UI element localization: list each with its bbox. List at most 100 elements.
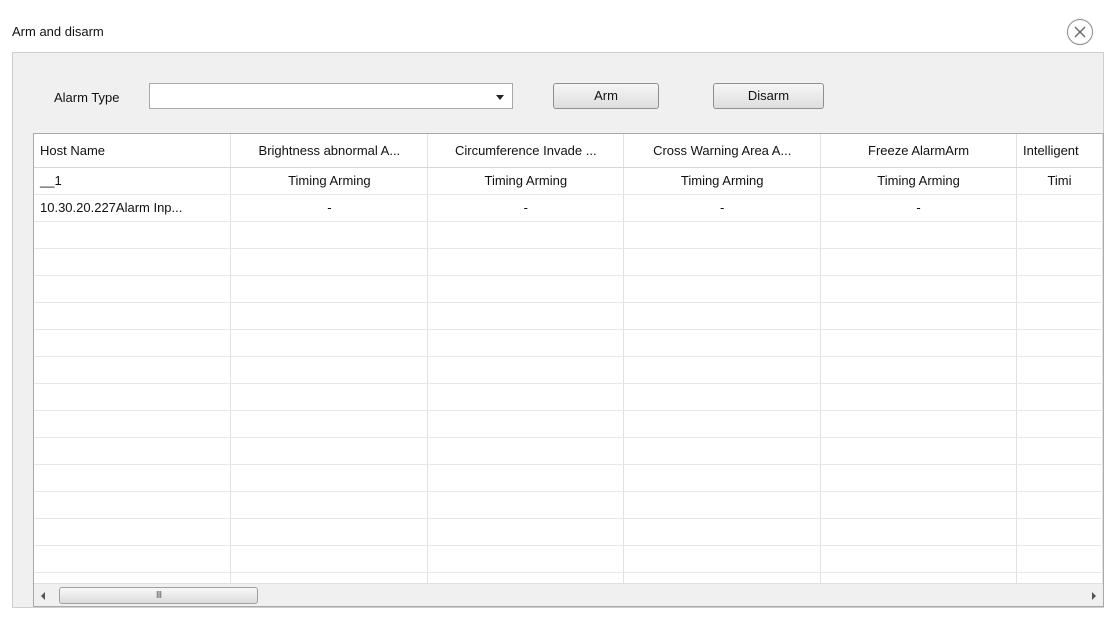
header-row: Host Name Brightness abnormal A... Circu…	[34, 134, 1103, 168]
empty-row	[34, 356, 1103, 384]
arm-button[interactable]: Arm	[553, 83, 659, 109]
empty-cell	[623, 491, 822, 519]
arm-status-table: Host Name Brightness abnormal A... Circu…	[33, 133, 1104, 607]
empty-row	[34, 302, 1103, 330]
host-name-cell: __1	[34, 167, 232, 195]
empty-cell	[623, 356, 822, 384]
empty-cell	[230, 383, 429, 411]
column-header-host-name[interactable]: Host Name	[34, 134, 232, 168]
column-header-brightness-abnormal[interactable]: Brightness abnormal A...	[230, 134, 429, 168]
empty-cell	[820, 545, 1017, 573]
empty-cell	[34, 356, 232, 384]
empty-cell	[820, 356, 1017, 384]
empty-cell	[1016, 275, 1103, 303]
status-cell: -	[230, 194, 429, 222]
alarm-type-label: Alarm Type	[54, 90, 120, 105]
empty-cell	[623, 437, 822, 465]
close-button[interactable]	[1067, 19, 1093, 45]
empty-cell	[34, 275, 232, 303]
table-row[interactable]: 10.30.20.227Alarm Inp... - - - -	[34, 194, 1103, 222]
empty-cell	[623, 410, 822, 438]
empty-cell	[34, 491, 232, 519]
empty-cell	[427, 545, 625, 573]
empty-cell	[230, 464, 429, 492]
empty-cell	[1016, 437, 1103, 465]
empty-cell	[230, 356, 429, 384]
disarm-button[interactable]: Disarm	[713, 83, 824, 109]
status-cell: -	[623, 194, 822, 222]
empty-row	[34, 572, 1103, 583]
scroll-thumb[interactable]: III	[59, 587, 258, 604]
empty-cell	[1016, 356, 1103, 384]
empty-cell	[34, 437, 232, 465]
chevron-down-icon	[496, 95, 504, 100]
empty-cell	[230, 248, 429, 276]
empty-cell	[427, 275, 625, 303]
empty-cell	[230, 518, 429, 546]
scroll-left-arrow-icon[interactable]	[34, 584, 54, 606]
empty-cell	[427, 572, 625, 583]
window-title: Arm and disarm	[12, 24, 104, 39]
empty-cell	[427, 491, 625, 519]
alarm-type-select[interactable]	[149, 83, 513, 109]
empty-cell	[427, 329, 625, 357]
empty-cell	[427, 221, 625, 249]
empty-cell	[34, 248, 232, 276]
empty-cell	[34, 221, 232, 249]
empty-cell	[820, 464, 1017, 492]
empty-cell	[623, 248, 822, 276]
empty-row	[34, 518, 1103, 546]
empty-cell	[1016, 329, 1103, 357]
empty-cell	[623, 464, 822, 492]
empty-cell	[820, 275, 1017, 303]
empty-cell	[34, 329, 232, 357]
empty-row	[34, 221, 1103, 249]
table-row[interactable]: __1 Timing Arming Timing Arming Timing A…	[34, 167, 1103, 195]
column-header-intelligent[interactable]: Intelligent	[1016, 134, 1103, 168]
column-header-circumference-invade[interactable]: Circumference Invade ...	[427, 134, 625, 168]
empty-cell	[623, 302, 822, 330]
empty-cell	[230, 545, 429, 573]
empty-cell	[1016, 518, 1103, 546]
scroll-right-arrow-icon[interactable]	[1083, 584, 1103, 606]
empty-cell	[1016, 248, 1103, 276]
empty-cell	[820, 518, 1017, 546]
status-cell: Timing Arming	[820, 167, 1017, 195]
empty-row	[34, 545, 1103, 573]
status-cell: -	[820, 194, 1017, 222]
empty-cell	[623, 572, 822, 583]
empty-row	[34, 410, 1103, 438]
empty-cell	[623, 545, 822, 573]
empty-cell	[623, 329, 822, 357]
empty-cell	[230, 437, 429, 465]
table-viewport: Host Name Brightness abnormal A... Circu…	[34, 134, 1103, 583]
status-cell: Timing Arming	[230, 167, 429, 195]
status-cell: -	[427, 194, 625, 222]
empty-cell	[34, 410, 232, 438]
empty-cell	[1016, 464, 1103, 492]
empty-cell	[820, 329, 1017, 357]
empty-cell	[34, 302, 232, 330]
host-name-cell: 10.30.20.227Alarm Inp...	[34, 194, 232, 222]
empty-cell	[230, 275, 429, 303]
empty-cell	[427, 383, 625, 411]
empty-cell	[820, 302, 1017, 330]
status-cell: Timing Arming	[427, 167, 625, 195]
empty-cell	[230, 572, 429, 583]
data-grid: Host Name Brightness abnormal A... Circu…	[34, 134, 1103, 583]
empty-row	[34, 437, 1103, 465]
empty-cell	[1016, 410, 1103, 438]
empty-cell	[820, 221, 1017, 249]
column-header-freeze-alarm[interactable]: Freeze AlarmArm	[820, 134, 1017, 168]
empty-cell	[427, 410, 625, 438]
column-header-cross-warning-area[interactable]: Cross Warning Area A...	[623, 134, 822, 168]
empty-cell	[427, 248, 625, 276]
empty-row	[34, 491, 1103, 519]
empty-cell	[1016, 302, 1103, 330]
horizontal-scrollbar[interactable]: III	[34, 583, 1103, 606]
empty-row	[34, 275, 1103, 303]
empty-cell	[230, 491, 429, 519]
empty-cell	[230, 329, 429, 357]
title-bar: Arm and disarm	[0, 0, 1108, 52]
empty-cell	[1016, 383, 1103, 411]
